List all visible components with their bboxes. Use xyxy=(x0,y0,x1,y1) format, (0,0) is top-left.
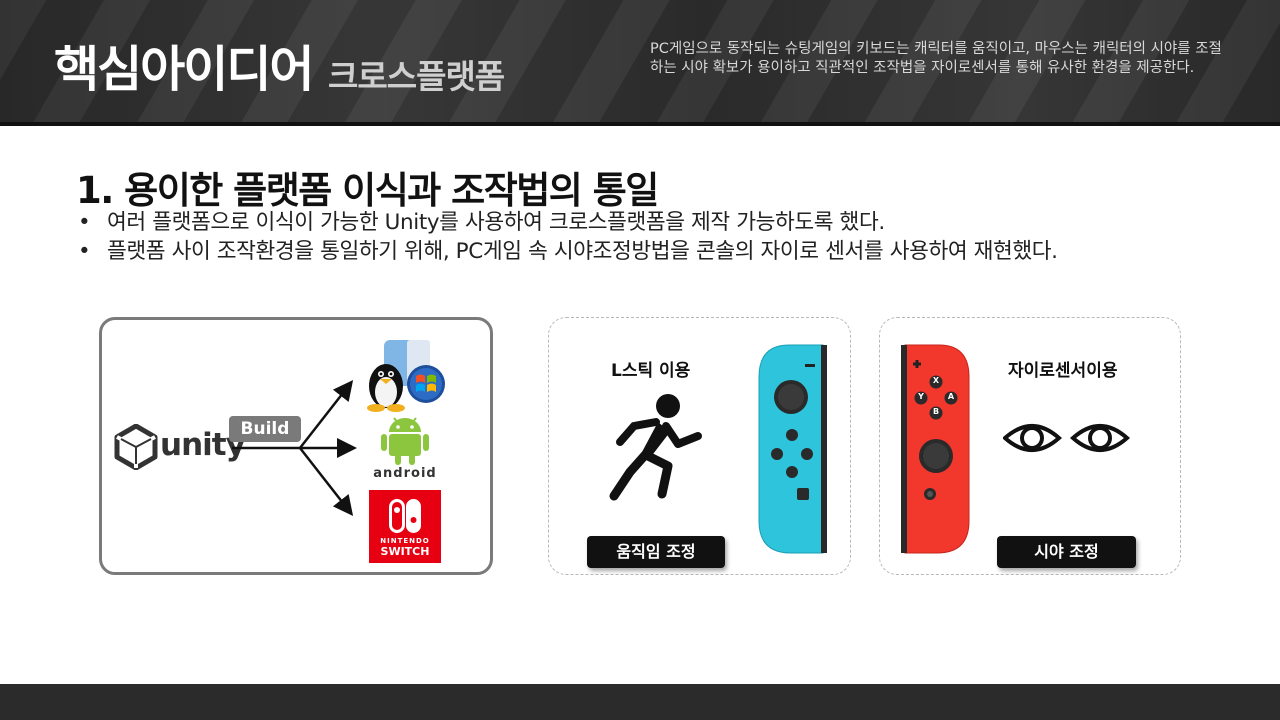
unity-logo-icon xyxy=(114,424,158,470)
section-title: 1. 용이한 플랫폼 이식과 조작법의 통일 xyxy=(76,169,659,212)
android-icon xyxy=(381,417,429,465)
gyro-heading: 자이로센서이용 xyxy=(1008,361,1118,381)
switch-product: SWITCH xyxy=(380,545,430,558)
build-arrows xyxy=(232,380,357,516)
left-joycon-icon xyxy=(758,344,827,554)
page-subtitle: 크로스플랫폼 xyxy=(328,57,505,96)
bullet-list: 여러 플랫폼으로 이식이 가능한 Unity를 사용하여 크로스플랫폼을 제작 … xyxy=(76,208,1058,266)
movement-control-label: 움직임 조정 xyxy=(587,536,725,568)
movement-heading: L스틱 이용 xyxy=(611,361,691,381)
switch-icon xyxy=(389,499,421,533)
bullet-item: 여러 플랫폼으로 이식이 가능한 Unity를 사용하여 크로스플랫폼을 제작 … xyxy=(76,208,1058,237)
eyes-icon xyxy=(1003,424,1131,452)
running-person-icon xyxy=(609,394,702,501)
header-description: PC게임으로 동작되는 슈팅게임의 키보드는 캐릭터를 움직이고, 마우스는 캐… xyxy=(650,41,1222,76)
button-x-label: X xyxy=(932,376,940,385)
footer-bar xyxy=(0,684,1280,720)
switch-brand: NINTENDO xyxy=(380,537,430,545)
nintendo-switch-logo: NINTENDO SWITCH xyxy=(369,490,441,563)
view-control-label: 시야 조정 xyxy=(997,536,1136,568)
pc-platforms-icon xyxy=(367,340,445,412)
android-wordmark: android xyxy=(373,466,437,481)
bullet-item: 플랫폼 사이 조작환경을 통일하기 위해, PC게임 속 시야조정방법을 콘솔의… xyxy=(76,237,1058,266)
button-b-label: B xyxy=(932,407,940,416)
page-title: 핵심아이디어 xyxy=(54,41,314,98)
header-divider xyxy=(0,122,1280,126)
button-y-label: Y xyxy=(918,392,924,401)
button-a-label: A xyxy=(947,392,955,401)
